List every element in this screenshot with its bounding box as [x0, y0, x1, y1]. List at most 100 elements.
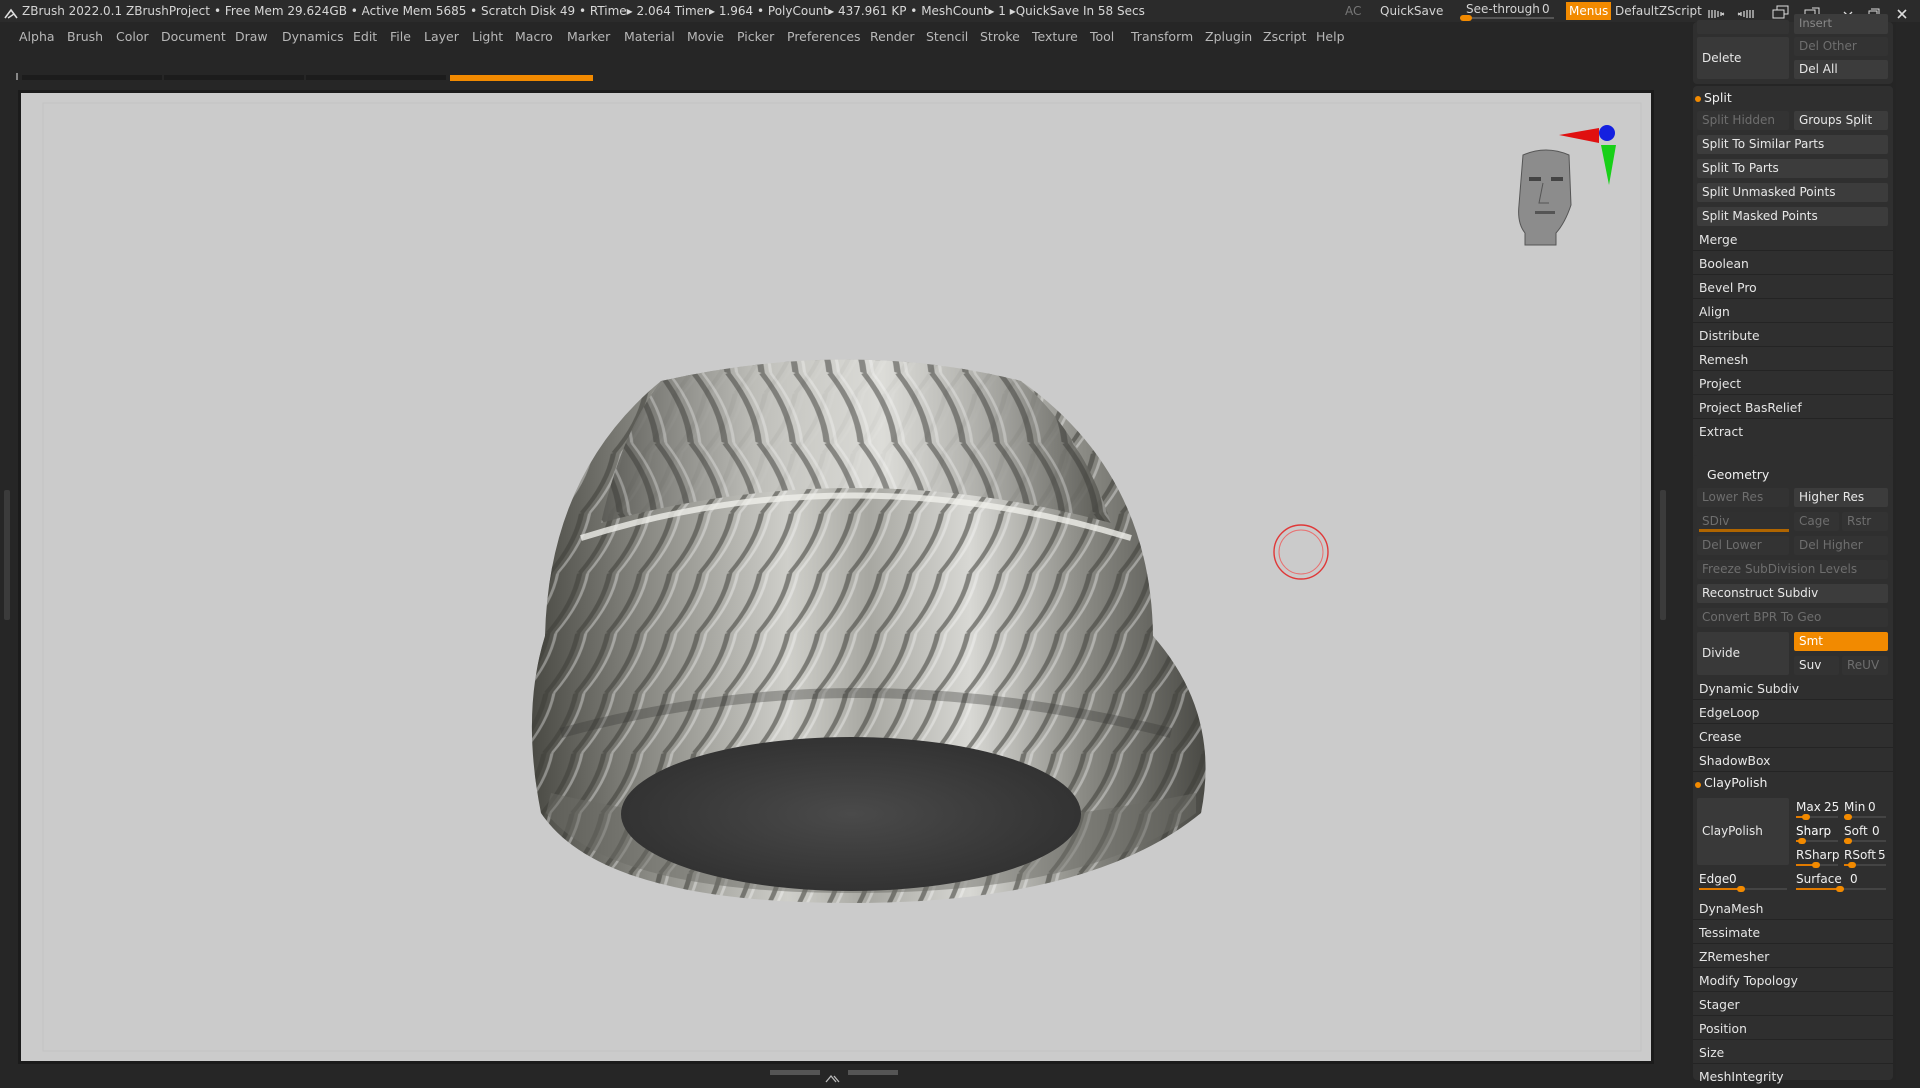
- bottom-tray-handle-left[interactable]: [770, 1070, 820, 1075]
- boolean-section[interactable]: Boolean: [1693, 254, 1893, 275]
- modify-topology-section[interactable]: Modify Topology: [1693, 971, 1893, 992]
- menu-help[interactable]: Help: [1316, 22, 1345, 52]
- dynamic-subdiv-section[interactable]: Dynamic Subdiv: [1693, 679, 1893, 700]
- smt-toggle[interactable]: Smt: [1794, 632, 1888, 651]
- menu-preferences[interactable]: Preferences: [787, 22, 861, 52]
- claypolish-button[interactable]: ClayPolish: [1697, 798, 1789, 865]
- menu-stencil[interactable]: Stencil: [926, 22, 968, 52]
- project-section[interactable]: Project: [1693, 374, 1893, 395]
- freeze-subdivision-levels-button[interactable]: Freeze SubDivision Levels: [1697, 560, 1888, 579]
- quicksave-button[interactable]: QuickSave: [1380, 0, 1443, 22]
- position-section[interactable]: Position: [1693, 1019, 1893, 1040]
- bevel-pro-section[interactable]: Bevel Pro: [1693, 278, 1893, 299]
- 3d-viewport[interactable]: [21, 93, 1651, 1061]
- menu-texture[interactable]: Texture: [1032, 22, 1078, 52]
- split-to-parts-button[interactable]: Split To Parts: [1697, 159, 1888, 178]
- menu-file[interactable]: File: [390, 22, 411, 52]
- menu-transform[interactable]: Transform: [1131, 22, 1193, 52]
- claypolish-header[interactable]: ClayPolish: [1704, 775, 1767, 790]
- tessimate-section[interactable]: Tessimate: [1693, 923, 1893, 944]
- merge-section[interactable]: Merge: [1693, 230, 1893, 251]
- split-similar-parts-button[interactable]: Split To Similar Parts: [1697, 135, 1888, 154]
- min-slider[interactable]: Min 0: [1842, 799, 1888, 820]
- left-tray-handle[interactable]: [4, 490, 10, 620]
- cage-button[interactable]: Cage: [1794, 512, 1839, 531]
- bottom-tray-toggle-icon[interactable]: [824, 1068, 844, 1083]
- higher-res-button[interactable]: Higher Res: [1794, 488, 1888, 507]
- menu-brush[interactable]: Brush: [67, 22, 103, 52]
- dynamesh-section[interactable]: DynaMesh: [1693, 899, 1893, 920]
- sdiv-slider[interactable]: SDiv: [1697, 512, 1789, 532]
- sharp-slider[interactable]: Sharp: [1794, 823, 1840, 844]
- split-masked-points-button[interactable]: Split Masked Points: [1697, 207, 1888, 226]
- subtool-partial-button[interactable]: [1697, 20, 1789, 34]
- convert-bpr-to-geo-button[interactable]: Convert BPR To Geo: [1697, 608, 1888, 627]
- delete-button[interactable]: Delete: [1697, 37, 1789, 79]
- rsharp-slider[interactable]: RSharp: [1794, 847, 1840, 868]
- align-section[interactable]: Align: [1693, 302, 1893, 323]
- document-tab-active[interactable]: [450, 75, 593, 81]
- menu-render[interactable]: Render: [870, 22, 915, 52]
- navigation-head-icon[interactable]: [1518, 149, 1572, 246]
- close-icon[interactable]: [1896, 5, 1908, 27]
- suv-toggle[interactable]: Suv: [1794, 656, 1839, 675]
- reuv-toggle[interactable]: ReUV: [1842, 656, 1888, 675]
- menu-material[interactable]: Material: [624, 22, 675, 52]
- geometry-header[interactable]: Geometry: [1707, 467, 1769, 482]
- menu-alpha[interactable]: Alpha: [19, 22, 55, 52]
- document-tab[interactable]: [164, 75, 304, 80]
- split-unmasked-points-button[interactable]: Split Unmasked Points: [1697, 183, 1888, 202]
- project-basrelief-section[interactable]: Project BasRelief: [1693, 398, 1893, 419]
- right-tray-handle[interactable]: [1660, 490, 1666, 620]
- menu-zscript[interactable]: Zscript: [1263, 22, 1306, 52]
- menus-toggle-button[interactable]: Menus: [1566, 2, 1612, 20]
- menu-draw[interactable]: Draw: [235, 22, 268, 52]
- document-tab[interactable]: [306, 75, 446, 80]
- max-slider[interactable]: Max 25: [1794, 799, 1840, 820]
- menu-marker[interactable]: Marker: [567, 22, 610, 52]
- del-all-button[interactable]: Del All: [1794, 60, 1888, 79]
- split-header[interactable]: Split: [1704, 90, 1732, 105]
- insert-button[interactable]: Insert: [1794, 14, 1888, 34]
- distribute-section[interactable]: Distribute: [1693, 326, 1893, 347]
- lower-res-button[interactable]: Lower Res: [1697, 488, 1789, 507]
- extract-section[interactable]: Extract: [1693, 422, 1893, 443]
- reconstruct-subdiv-button[interactable]: Reconstruct Subdiv: [1697, 584, 1888, 603]
- edge-slider[interactable]: Edge 0: [1697, 871, 1789, 892]
- rstr-button[interactable]: Rstr: [1842, 512, 1888, 531]
- menu-document[interactable]: Document: [161, 22, 226, 52]
- meshintegrity-section[interactable]: MeshIntegrity: [1693, 1067, 1893, 1088]
- menu-zplugin[interactable]: Zplugin: [1205, 22, 1252, 52]
- ac-indicator[interactable]: AC: [1345, 0, 1361, 22]
- menu-layer[interactable]: Layer: [424, 22, 459, 52]
- del-lower-button[interactable]: Del Lower: [1697, 536, 1789, 555]
- menu-stroke[interactable]: Stroke: [980, 22, 1020, 52]
- groups-split-button[interactable]: Groups Split: [1794, 111, 1888, 130]
- surface-slider[interactable]: Surface 0: [1794, 871, 1888, 892]
- zremesher-section[interactable]: ZRemesher: [1693, 947, 1893, 968]
- shadowbox-section[interactable]: ShadowBox: [1693, 751, 1893, 772]
- menu-macro[interactable]: Macro: [515, 22, 553, 52]
- rsoft-slider[interactable]: RSoft 5: [1842, 847, 1888, 868]
- remesh-section[interactable]: Remesh: [1693, 350, 1893, 371]
- edgeloop-section[interactable]: EdgeLoop: [1693, 703, 1893, 724]
- crease-section[interactable]: Crease: [1693, 727, 1893, 748]
- viewport-canvas[interactable]: [21, 93, 1651, 1061]
- menu-dynamics[interactable]: Dynamics: [282, 22, 344, 52]
- menu-light[interactable]: Light: [472, 22, 503, 52]
- del-higher-button[interactable]: Del Higher: [1794, 536, 1888, 555]
- split-hidden-button[interactable]: Split Hidden: [1697, 111, 1789, 130]
- menu-color[interactable]: Color: [116, 22, 149, 52]
- menu-edit[interactable]: Edit: [353, 22, 377, 52]
- default-zscript-button[interactable]: DefaultZScript: [1615, 0, 1702, 22]
- menu-tool[interactable]: Tool: [1090, 22, 1114, 52]
- document-tab[interactable]: [22, 75, 162, 80]
- stager-section[interactable]: Stager: [1693, 995, 1893, 1016]
- menu-movie[interactable]: Movie: [687, 22, 724, 52]
- size-section[interactable]: Size: [1693, 1043, 1893, 1064]
- soft-slider[interactable]: Soft 0: [1842, 823, 1888, 844]
- del-other-button[interactable]: Del Other: [1794, 37, 1888, 56]
- bottom-tray-handle-right[interactable]: [848, 1070, 898, 1075]
- 3d-model-mesh[interactable]: [531, 359, 1206, 904]
- menu-picker[interactable]: Picker: [737, 22, 774, 52]
